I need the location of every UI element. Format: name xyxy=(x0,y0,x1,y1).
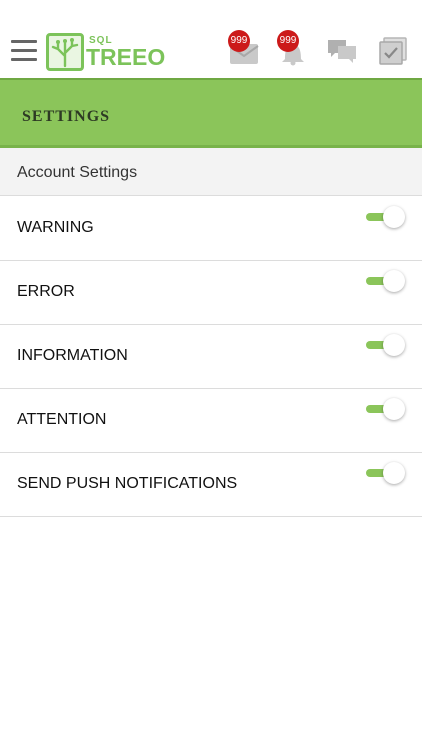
messages-button[interactable]: 999 xyxy=(228,30,260,66)
messages-badge: 999 xyxy=(228,30,250,52)
section-header: Account Settings xyxy=(0,148,422,196)
setting-label: INFORMATION xyxy=(17,347,128,364)
notifications-button[interactable]: 999 xyxy=(277,30,309,66)
setting-row-push-notifications: SEND PUSH NOTIFICATIONS xyxy=(0,453,422,517)
setting-row-error: ERROR xyxy=(0,261,422,325)
error-toggle[interactable] xyxy=(366,269,406,293)
checklist-icon xyxy=(379,37,407,65)
setting-row-attention: ATTENTION xyxy=(0,389,422,453)
setting-row-warning: WARNING xyxy=(0,197,422,261)
setting-row-information: INFORMATION xyxy=(0,325,422,389)
setting-label: ERROR xyxy=(17,283,75,300)
attention-toggle[interactable] xyxy=(366,397,406,421)
chat-button[interactable] xyxy=(326,36,358,66)
tasks-button[interactable] xyxy=(378,36,410,66)
top-bar: SQL TREEO 999 999 xyxy=(0,0,422,78)
chat-icon xyxy=(328,40,356,63)
page-header: SETTINGS xyxy=(0,78,422,148)
information-toggle[interactable] xyxy=(366,333,406,357)
page-title: SETTINGS xyxy=(22,108,111,125)
setting-label: ATTENTION xyxy=(17,411,107,428)
menu-icon[interactable] xyxy=(11,38,37,62)
logo-word: TREEO xyxy=(86,44,166,70)
warning-toggle[interactable] xyxy=(366,205,406,229)
push-notifications-toggle[interactable] xyxy=(366,461,406,485)
notifications-badge: 999 xyxy=(277,30,299,52)
tree-logo-icon xyxy=(46,33,84,71)
setting-label: SEND PUSH NOTIFICATIONS xyxy=(17,475,238,492)
section-title: Account Settings xyxy=(17,164,138,181)
app-logo: SQL TREEO xyxy=(46,33,165,71)
setting-label: WARNING xyxy=(17,219,94,236)
